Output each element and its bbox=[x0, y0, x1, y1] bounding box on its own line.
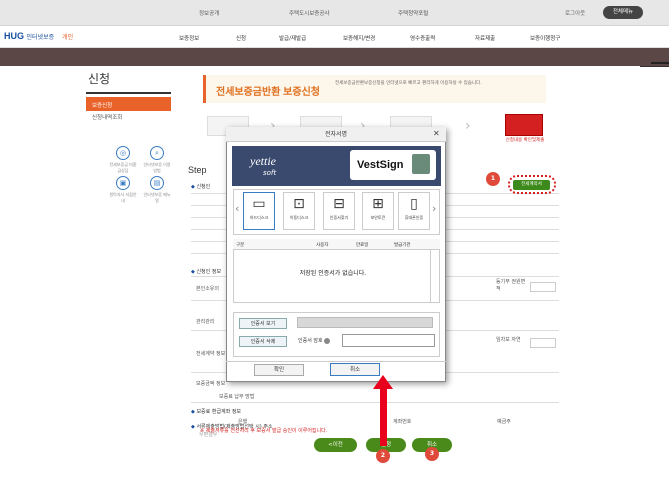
header-band bbox=[0, 48, 669, 66]
media-phone[interactable]: ▯ 휴대폰인증 bbox=[398, 192, 430, 230]
vestsign-logo: VestSign bbox=[357, 159, 404, 171]
top-link-2[interactable]: 주택도시보증공사 bbox=[289, 9, 329, 17]
sidebar-item-history[interactable]: 신청내역조회 bbox=[92, 113, 122, 121]
step-heading: Step bbox=[188, 165, 207, 175]
no-cert-message: 저장된 인증서가 없습니다. bbox=[299, 270, 367, 277]
top-link-3[interactable]: 주택청약포털 bbox=[398, 9, 428, 17]
yettie-logo: yettie bbox=[250, 154, 276, 168]
password-input[interactable] bbox=[342, 334, 435, 347]
dialog-divider bbox=[226, 361, 446, 362]
chevron-left-icon[interactable]: ‹ bbox=[235, 202, 239, 215]
all-menu-button[interactable]: 전체메뉴 bbox=[603, 6, 643, 19]
col-expiry: 만료일 bbox=[356, 243, 369, 248]
deposit-input[interactable] bbox=[530, 338, 556, 348]
nav-item-3[interactable]: 발급/재발급 bbox=[279, 34, 306, 42]
media-token[interactable]: ⊞ 보안토큰 bbox=[362, 192, 394, 230]
view-cert-button[interactable]: 인증서 보기 bbox=[239, 318, 287, 329]
usb-icon: ⊡ bbox=[293, 196, 305, 212]
divider bbox=[191, 402, 559, 403]
sidebar-title: 신청 bbox=[88, 72, 111, 86]
section-applicant-info: ◆ 신청인 정보 bbox=[191, 269, 222, 275]
field-label: 전세계약 정보 bbox=[196, 351, 226, 357]
field-label: 관리관리 bbox=[196, 319, 215, 325]
top-link-1[interactable]: 정보공개 bbox=[199, 9, 219, 17]
nav-item-4[interactable]: 보증해지/변경 bbox=[343, 34, 375, 42]
field-label: 본인소유의 bbox=[196, 286, 220, 292]
nav-item-6[interactable]: 자료제출 bbox=[475, 34, 495, 42]
col-account: 계좌번호 bbox=[393, 419, 412, 425]
chevron-right-icon[interactable]: › bbox=[432, 202, 436, 215]
field-label: 보증료 납부 방법 bbox=[219, 394, 255, 400]
step-badge-3: 3 bbox=[425, 447, 439, 461]
step-arrow-icon: › bbox=[465, 118, 471, 134]
col-type: 구분 bbox=[236, 243, 245, 248]
field-label: 보증금액 정보 bbox=[196, 381, 226, 387]
ok-button[interactable]: 확인 bbox=[254, 364, 304, 376]
page-title: 전세보증금반환 보증신청 bbox=[216, 87, 320, 98]
soft-logo: soft bbox=[263, 169, 277, 177]
folder-search-icon: ⊟ bbox=[333, 196, 345, 212]
book-icon: ▤ bbox=[150, 176, 164, 190]
step-badge-2: 2 bbox=[376, 449, 390, 463]
close-icon[interactable]: ✕ bbox=[433, 129, 440, 138]
right-edge-bar bbox=[651, 62, 669, 64]
page-subtitle: 전세보증금반환보증신청을 인터넷으로 빠르고 편리하게 이용하실 수 있습니다. bbox=[335, 81, 482, 86]
right-edge-line bbox=[640, 66, 669, 67]
bell-icon: ◎ bbox=[116, 146, 130, 160]
col-user: 사용자 bbox=[316, 243, 329, 248]
logout-link[interactable]: 로그아웃 bbox=[565, 9, 585, 17]
red-arrow-shaft bbox=[380, 388, 387, 446]
nav-item-5[interactable]: 영수증출력 bbox=[410, 34, 435, 42]
section-refund-account: ◆ 보증료 환급계좌 정보 bbox=[191, 409, 242, 415]
quick-link-4[interactable]: ▤ 인터넷보증 매뉴얼 bbox=[142, 176, 172, 204]
delete-cert-button[interactable]: 인증서 삭제 bbox=[239, 336, 287, 347]
notice-text: ※ 제출서류를 전산처리 후 보증서 발급 승인이 이루어집니다. bbox=[200, 428, 328, 434]
media-removable[interactable]: ⊡ 이동디스크 bbox=[283, 192, 315, 230]
dialog-title: 전자서명 bbox=[226, 127, 446, 142]
current-step bbox=[505, 114, 543, 136]
red-arrow-head bbox=[373, 375, 393, 389]
building-icon: ▣ bbox=[116, 176, 130, 190]
lock-icon bbox=[412, 154, 430, 174]
token-icon: ⊞ bbox=[372, 196, 384, 212]
nav-item-7[interactable]: 보증이행청구 bbox=[530, 34, 560, 42]
prev-button[interactable]: <이전 bbox=[314, 438, 357, 452]
top-utility-bar: 정보공개 주택도시보증공사 주택청약포털 로그아웃 전체메뉴 bbox=[0, 0, 669, 26]
section-applicant: ◆ 신청인 bbox=[191, 184, 211, 190]
field-label: 등기부 권원면적 bbox=[496, 279, 526, 292]
nav-item-2[interactable]: 신청 bbox=[236, 34, 246, 42]
main-nav: HUG 인터넷보증 개인 보증정보 신청 발급/재발급 보증해지/변경 영수증출력… bbox=[0, 26, 669, 48]
media-harddisk[interactable]: ▭ 하드디스크 bbox=[243, 192, 275, 230]
phone-icon: ▯ bbox=[410, 196, 418, 212]
password-label: 인증서 암호 bbox=[298, 337, 331, 344]
quick-link-1[interactable]: ◎ 전세보증금 미환급상담 bbox=[108, 146, 138, 174]
contract-button[interactable]: 전세계약서 bbox=[513, 180, 550, 190]
col-issuer: 발급기관 bbox=[394, 243, 411, 248]
field-label: 임차보 자연 bbox=[496, 337, 521, 343]
sidebar-item-selected[interactable]: 보증신청 bbox=[86, 97, 171, 111]
hug-logo[interactable]: HUG 인터넷보증 개인 bbox=[4, 31, 73, 41]
cert-name-field bbox=[297, 317, 433, 328]
media-find-cert[interactable]: ⊟ 인증서찾기 bbox=[323, 192, 355, 230]
quick-link-3[interactable]: ▣ 원탁지사 지점안내 bbox=[108, 176, 138, 204]
monitor-icon: ▭ bbox=[252, 196, 266, 212]
current-step-label: 신청내용 확인및제출 bbox=[505, 138, 545, 143]
info-icon bbox=[324, 337, 331, 344]
nav-item-1[interactable]: 보증정보 bbox=[179, 34, 199, 42]
area-input[interactable] bbox=[530, 282, 556, 292]
step-badge-1: 1 bbox=[486, 172, 500, 186]
sidebar-divider bbox=[86, 92, 171, 94]
search-icon: ⌕ bbox=[150, 146, 164, 160]
quick-link-2[interactable]: ⌕ 인터넷보증 이용방법 bbox=[142, 146, 172, 174]
col-holder: 예금주 bbox=[497, 419, 511, 425]
